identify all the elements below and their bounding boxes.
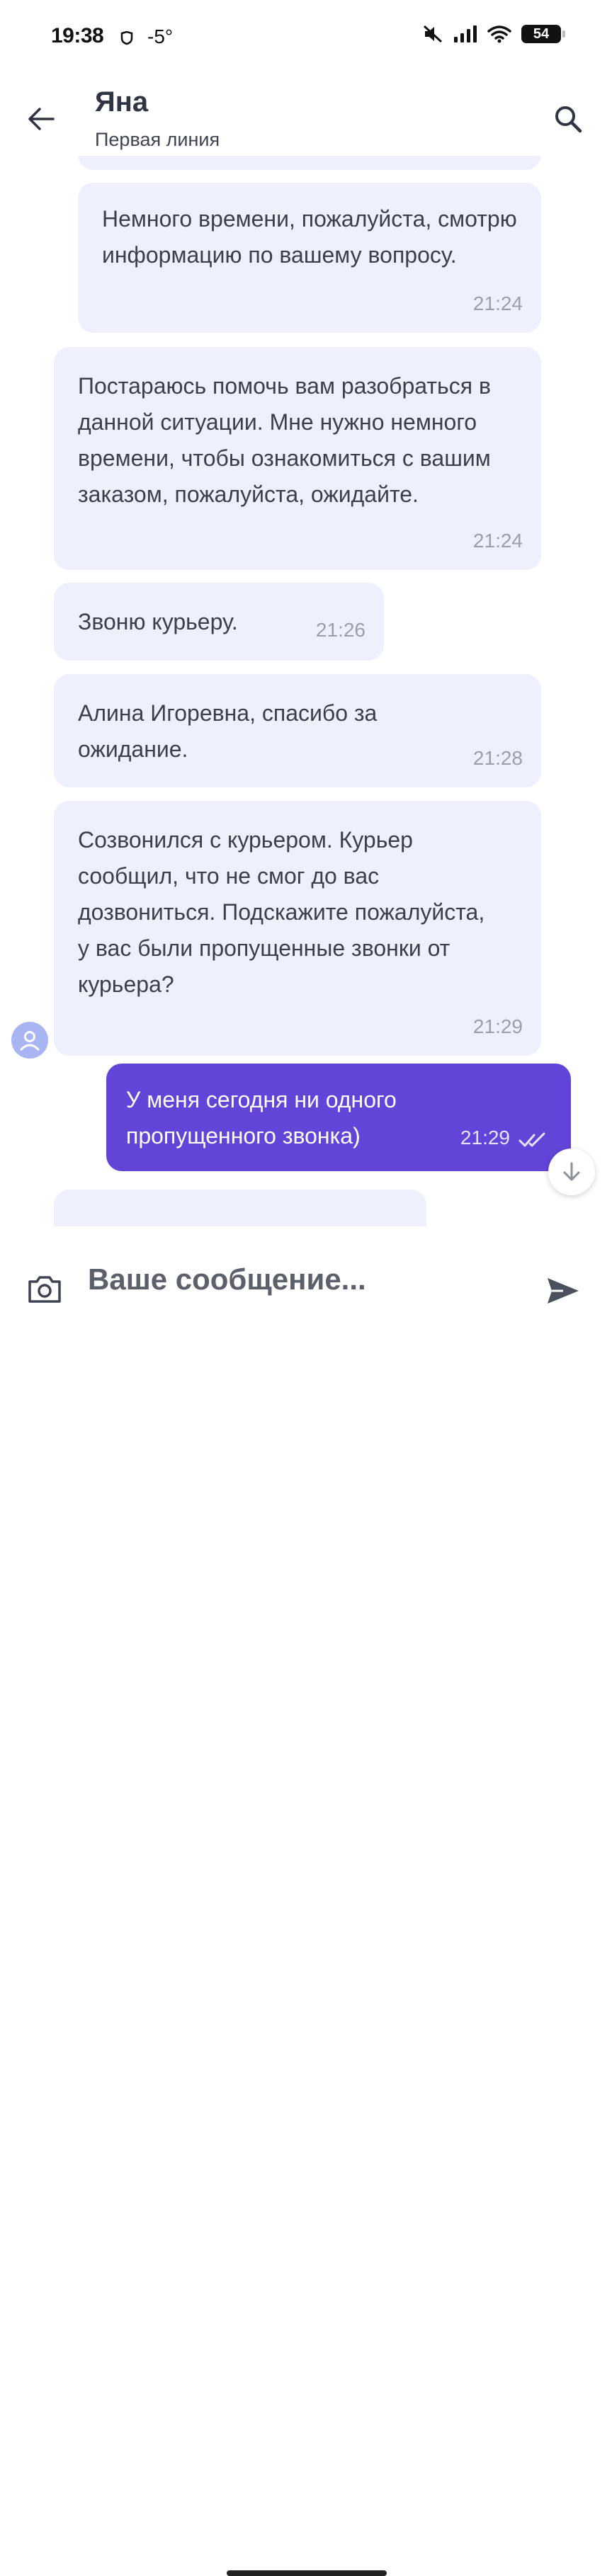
chat-subtitle: Первая линия xyxy=(95,129,220,150)
message-list[interactable]: Немного времени, пожалуйста, смотрю инфо… xyxy=(0,156,612,1226)
back-arrow-icon xyxy=(28,108,55,130)
status-temperature: -5° xyxy=(147,25,174,47)
battery-level: 54 xyxy=(533,25,550,42)
message-input[interactable] xyxy=(88,1256,527,1303)
chevron-down-icon xyxy=(563,1162,580,1181)
message-text: Постараюсь помочь вам разобраться в данн… xyxy=(78,373,491,507)
camera-button[interactable] xyxy=(24,1269,65,1310)
message-time: 21:29 xyxy=(472,1015,523,1037)
message-bubble: Звоню курьеру. 21:26 xyxy=(54,583,384,661)
signal-icon xyxy=(454,25,477,42)
camera-icon xyxy=(28,1276,61,1303)
message-bubble: Немного времени, пожалуйста, смотрю инфо… xyxy=(78,183,541,333)
user-avatar-icon xyxy=(20,1031,40,1051)
double-check-icon xyxy=(518,1132,545,1147)
battery-indicator: 54 xyxy=(521,25,565,43)
weather-icon xyxy=(120,30,133,45)
search-icon xyxy=(555,106,582,133)
agent-avatar xyxy=(11,1022,48,1059)
back-button[interactable] xyxy=(21,99,61,139)
message-time: 21:26 xyxy=(315,619,366,641)
chat-title: Яна xyxy=(95,86,149,118)
home-indicator xyxy=(227,2570,387,2576)
message-bubble-partial xyxy=(78,156,541,170)
message-bubble-outgoing: У меня сегодня ни одного пропущенного зв… xyxy=(106,1064,571,1171)
message-text: Алина Игоревна, спасибо за ожидание. xyxy=(78,700,378,762)
message-time: 21:29 xyxy=(460,1127,510,1149)
send-button[interactable] xyxy=(540,1267,586,1314)
message-bubble: Алина Игоревна, спасибо за ожидание. 21:… xyxy=(54,674,541,787)
mute-icon xyxy=(423,25,443,43)
search-button[interactable] xyxy=(548,99,588,139)
message-text: Созвонился с курьером. Курьер сообщил, ч… xyxy=(78,827,485,997)
status-time: 19:38 xyxy=(51,24,104,47)
message-time: 21:28 xyxy=(472,747,523,769)
message-text: У меня сегодня ни одного пропущенного зв… xyxy=(126,1087,397,1149)
message-time: 21:24 xyxy=(472,292,523,314)
message-bubble-partial xyxy=(54,1190,426,1226)
wifi-icon xyxy=(487,25,511,43)
message-bubble: Постараюсь помочь вам разобраться в данн… xyxy=(54,347,541,570)
message-time: 21:24 xyxy=(472,530,523,552)
message-text: Немного времени, пожалуйста, смотрю инфо… xyxy=(102,206,517,268)
status-bar: 19:38 -5° 54 xyxy=(0,0,612,71)
send-icon xyxy=(548,1278,579,1304)
message-bubble: Созвонился с курьером. Курьер сообщил, ч… xyxy=(54,801,541,1056)
chat-header: Яна Первая линия xyxy=(0,78,612,156)
scroll-down-button[interactable] xyxy=(548,1149,595,1195)
composer xyxy=(0,1226,612,2576)
